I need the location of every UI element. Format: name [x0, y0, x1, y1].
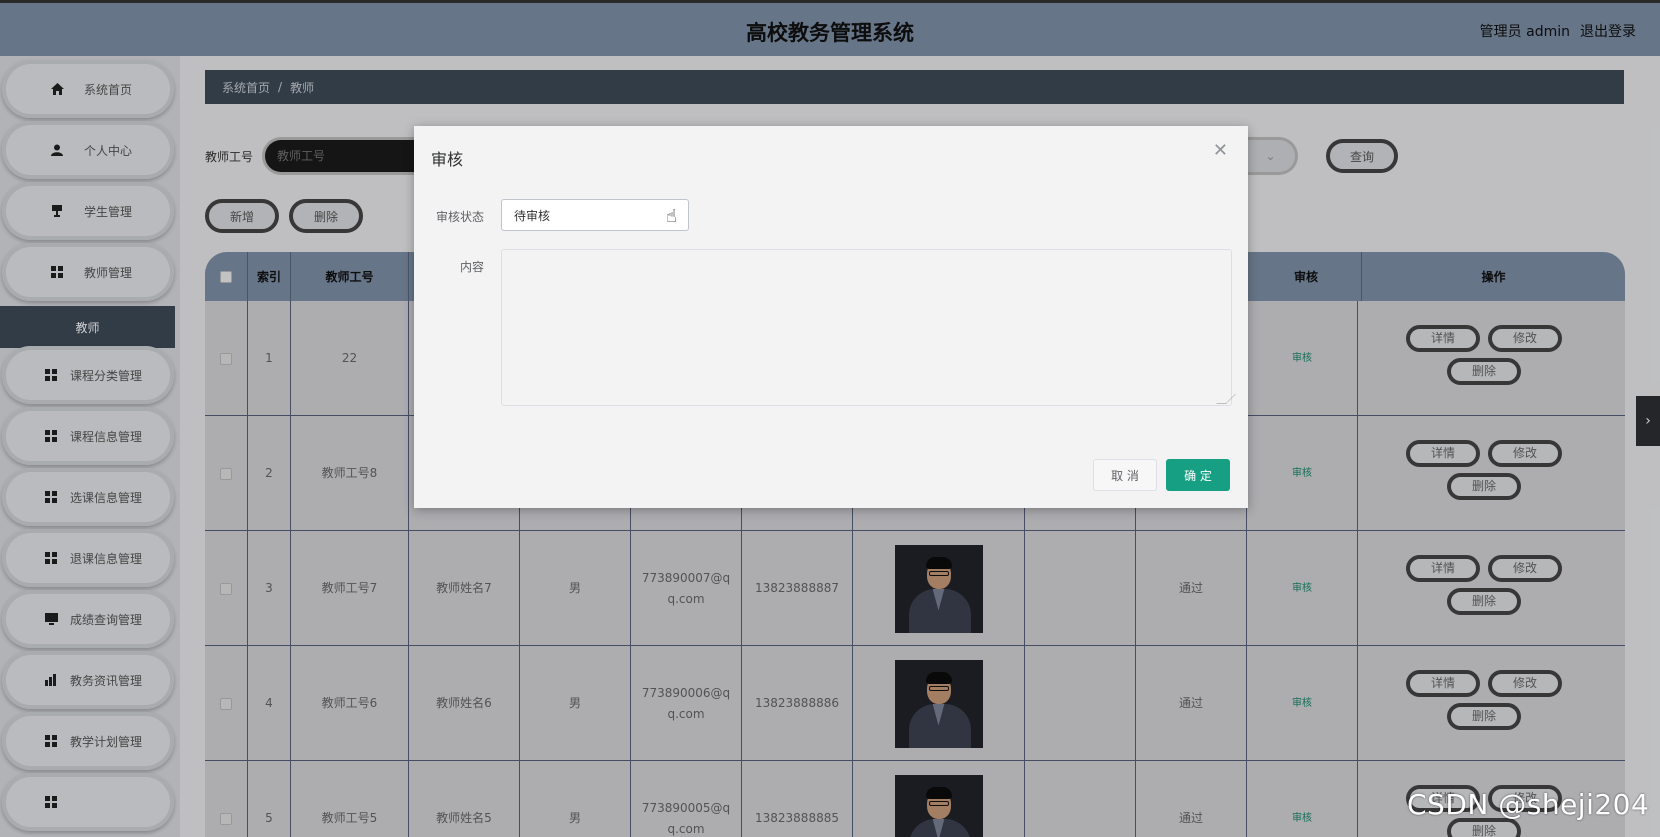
close-icon[interactable]: ✕: [1213, 140, 1228, 161]
confirm-button[interactable]: 确 定: [1166, 459, 1230, 491]
content-label: 内容: [459, 260, 484, 274]
audit-status-select[interactable]: 待审核: [501, 199, 689, 231]
hand-pointer-icon: ☝: [666, 206, 677, 227]
content-textarea[interactable]: [501, 249, 1232, 406]
audit-status-value: 待审核: [514, 208, 551, 223]
dialog-title: 审核: [431, 150, 464, 169]
cancel-button[interactable]: 取 消: [1093, 459, 1157, 491]
watermark: CSDN @sheji204: [1407, 788, 1650, 821]
audit-dialog: 审核 ✕ 审核状态 待审核 ☝ 内容 取 消 确 定: [414, 126, 1248, 508]
audit-status-label: 审核状态: [435, 210, 484, 224]
